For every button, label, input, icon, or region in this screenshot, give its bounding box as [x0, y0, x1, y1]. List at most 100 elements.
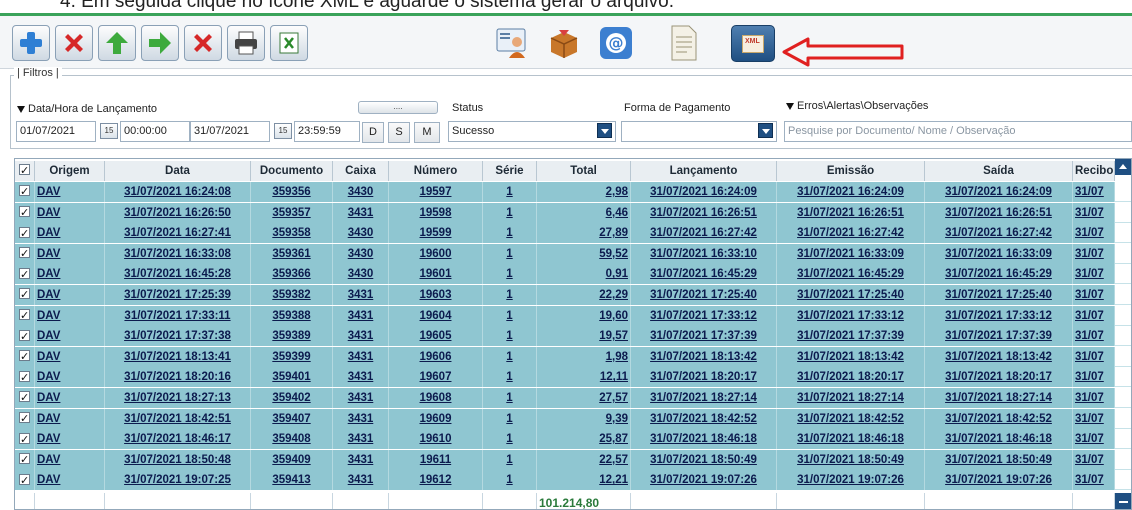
cell-cashier[interactable]: 3431 [333, 449, 389, 470]
cell-receipt[interactable]: 31/07 [1073, 449, 1115, 470]
cell-series[interactable]: 1 [483, 243, 537, 264]
row-checkbox-cell[interactable] [15, 346, 35, 367]
cell-total[interactable]: 25,87 [537, 429, 631, 450]
cell-cashier[interactable]: 3430 [333, 182, 389, 202]
status-dropdown-icon[interactable] [597, 123, 612, 138]
cell-origin[interactable]: DAV [35, 202, 105, 223]
column-header-total[interactable]: Total [537, 161, 631, 181]
customer-button[interactable] [493, 25, 531, 61]
table-row[interactable]: DAV31/07/2021 17:25:39359382343119603122… [15, 285, 1131, 305]
cell-posted[interactable]: 31/07/2021 18:46:18 [631, 429, 777, 450]
cell-total[interactable]: 19,60 [537, 305, 631, 326]
cell-series[interactable]: 1 [483, 326, 537, 347]
cell-number[interactable]: 19597 [389, 182, 483, 202]
search-input[interactable]: Pesquise por Documento/ Nome / Observaçã… [784, 121, 1132, 142]
cell-total[interactable]: 6,46 [537, 202, 631, 223]
cell-document[interactable]: 359399 [251, 346, 333, 367]
cell-series[interactable]: 1 [483, 285, 537, 305]
cell-total[interactable]: 1,98 [537, 346, 631, 367]
cell-total[interactable]: 22,29 [537, 285, 631, 305]
cell-cashier[interactable]: 3431 [333, 305, 389, 326]
cell-number[interactable]: 19603 [389, 285, 483, 305]
cell-date[interactable]: 31/07/2021 18:50:48 [105, 449, 251, 470]
cell-exit[interactable]: 31/07/2021 18:50:49 [925, 449, 1073, 470]
cell-document[interactable]: 359401 [251, 367, 333, 388]
cell-number[interactable]: 19607 [389, 367, 483, 388]
scroll-down-icon[interactable] [1115, 493, 1131, 509]
cell-exit[interactable]: 31/07/2021 18:42:52 [925, 408, 1073, 429]
row-checkbox[interactable] [19, 224, 30, 243]
cell-series[interactable]: 1 [483, 346, 537, 367]
calendar-to-icon[interactable]: 15 [274, 123, 292, 139]
cell-date[interactable]: 31/07/2021 16:33:08 [105, 243, 251, 264]
row-checkbox-cell[interactable] [15, 264, 35, 285]
cell-document[interactable]: 359366 [251, 264, 333, 285]
cell-date[interactable]: 31/07/2021 18:20:16 [105, 367, 251, 388]
cell-exit[interactable]: 31/07/2021 19:07:26 [925, 470, 1073, 491]
cell-posted[interactable]: 31/07/2021 18:20:17 [631, 367, 777, 388]
cell-cashier[interactable]: 3431 [333, 202, 389, 223]
cell-issued[interactable]: 31/07/2021 18:27:14 [777, 388, 925, 408]
collapse-triangle-icon[interactable] [786, 102, 794, 110]
cell-document[interactable]: 359356 [251, 182, 333, 202]
cell-exit[interactable]: 31/07/2021 18:27:14 [925, 388, 1073, 408]
cell-date[interactable]: 31/07/2021 16:24:08 [105, 182, 251, 202]
cell-cashier[interactable]: 3431 [333, 470, 389, 491]
cell-posted[interactable]: 31/07/2021 19:07:26 [631, 470, 777, 491]
column-header-origin[interactable]: Origem [35, 161, 105, 181]
row-checkbox-cell[interactable] [15, 326, 35, 347]
cell-origin[interactable]: DAV [35, 388, 105, 408]
cell-total[interactable]: 59,52 [537, 243, 631, 264]
cell-total[interactable]: 9,39 [537, 408, 631, 429]
cell-exit[interactable]: 31/07/2021 16:24:09 [925, 182, 1073, 202]
table-row[interactable]: DAV31/07/2021 16:33:08359361343019600159… [15, 243, 1131, 264]
cell-origin[interactable]: DAV [35, 429, 105, 450]
cell-cashier[interactable]: 3431 [333, 326, 389, 347]
delete-button[interactable] [55, 25, 93, 61]
cell-document[interactable]: 359357 [251, 202, 333, 223]
cell-posted[interactable]: 31/07/2021 16:45:29 [631, 264, 777, 285]
table-row[interactable]: DAV31/07/2021 18:13:4135939934311960611,… [15, 346, 1131, 367]
cell-issued[interactable]: 31/07/2021 16:26:51 [777, 202, 925, 223]
cell-issued[interactable]: 31/07/2021 18:20:17 [777, 367, 925, 388]
cell-series[interactable]: 1 [483, 264, 537, 285]
cell-exit[interactable]: 31/07/2021 17:33:12 [925, 305, 1073, 326]
cell-origin[interactable]: DAV [35, 408, 105, 429]
cell-document[interactable]: 359361 [251, 243, 333, 264]
column-header-receipt[interactable]: Recibo [1073, 161, 1115, 181]
header-select-all[interactable] [15, 161, 35, 181]
cell-issued[interactable]: 31/07/2021 16:27:42 [777, 223, 925, 244]
cell-origin[interactable]: DAV [35, 243, 105, 264]
row-checkbox-cell[interactable] [15, 305, 35, 326]
cell-receipt[interactable]: 31/07 [1073, 285, 1115, 305]
cell-issued[interactable]: 31/07/2021 18:42:52 [777, 408, 925, 429]
cell-exit[interactable]: 31/07/2021 16:45:29 [925, 264, 1073, 285]
cell-posted[interactable]: 31/07/2021 16:27:42 [631, 223, 777, 244]
payment-select[interactable] [621, 121, 777, 142]
cell-total[interactable]: 22,57 [537, 449, 631, 470]
calendar-from-icon[interactable]: 15 [100, 123, 118, 139]
cell-number[interactable]: 19605 [389, 326, 483, 347]
package-button[interactable] [545, 25, 583, 61]
cell-number[interactable]: 19612 [389, 470, 483, 491]
cell-number[interactable]: 19606 [389, 346, 483, 367]
cell-exit[interactable]: 31/07/2021 18:46:18 [925, 429, 1073, 450]
column-header-document[interactable]: Documento [251, 161, 333, 181]
time-to-field[interactable]: 23:59:59 [294, 121, 360, 142]
cell-series[interactable]: 1 [483, 367, 537, 388]
column-header-cashier[interactable]: Caixa [333, 161, 389, 181]
add-button[interactable] [12, 25, 50, 61]
cell-posted[interactable]: 31/07/2021 18:13:42 [631, 346, 777, 367]
cell-receipt[interactable]: 31/07 [1073, 305, 1115, 326]
cell-date[interactable]: 31/07/2021 17:33:11 [105, 305, 251, 326]
cell-issued[interactable]: 31/07/2021 18:13:42 [777, 346, 925, 367]
column-header-exit[interactable]: Saída [925, 161, 1073, 181]
cell-series[interactable]: 1 [483, 470, 537, 491]
cell-origin[interactable]: DAV [35, 182, 105, 202]
cell-receipt[interactable]: 31/07 [1073, 243, 1115, 264]
cell-cashier[interactable]: 3431 [333, 388, 389, 408]
cell-series[interactable]: 1 [483, 429, 537, 450]
cell-issued[interactable]: 31/07/2021 17:33:12 [777, 305, 925, 326]
cell-receipt[interactable]: 31/07 [1073, 388, 1115, 408]
week-button[interactable]: S [388, 122, 410, 143]
